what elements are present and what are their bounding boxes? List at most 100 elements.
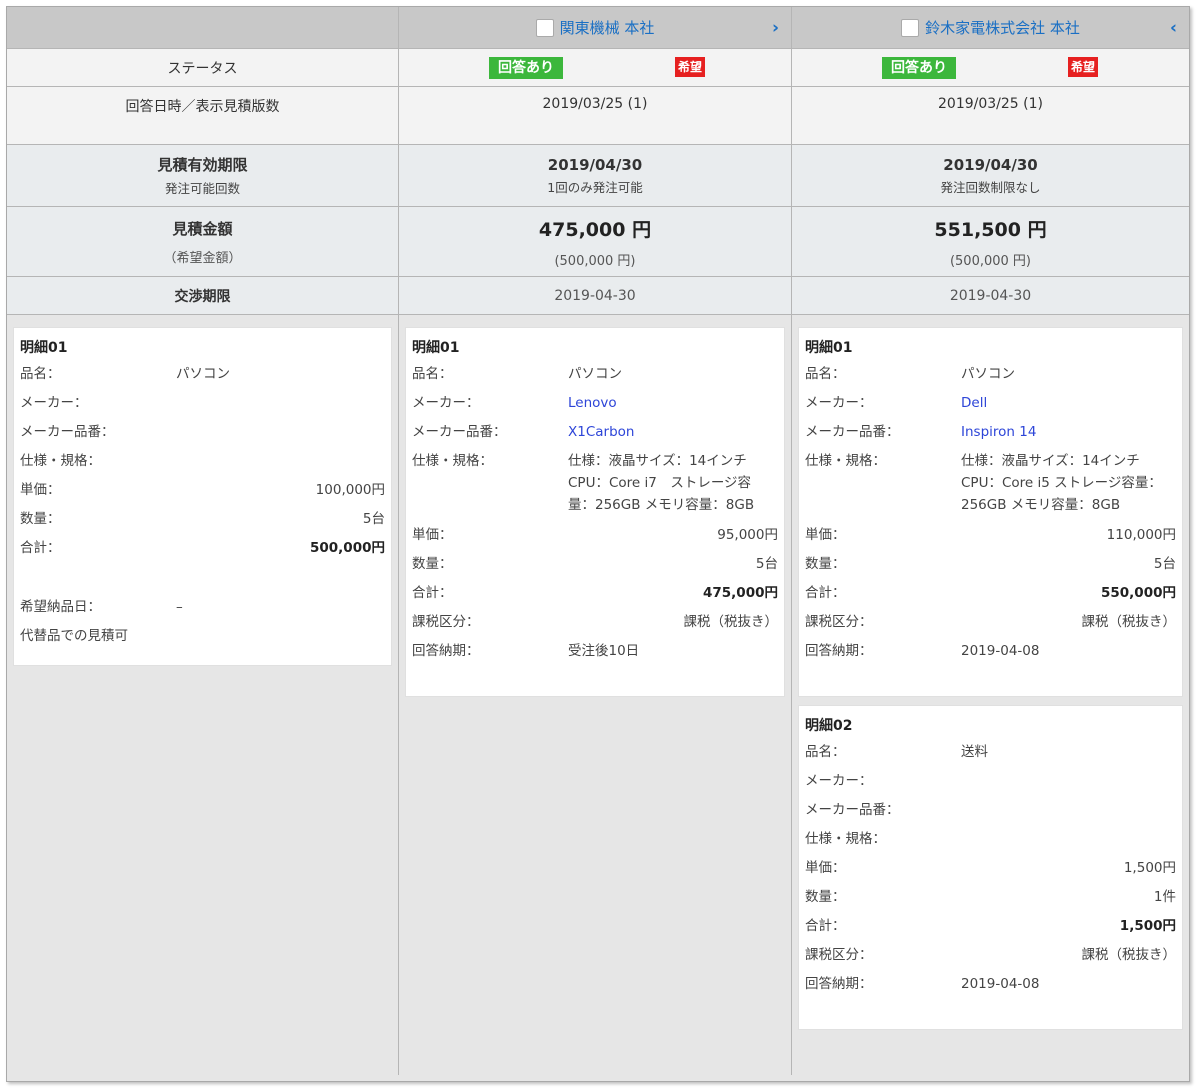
status-cell-1: 回答あり 希望: [399, 49, 792, 86]
item-spec: [961, 831, 1176, 860]
item-delivery: 受注後10日: [568, 643, 640, 659]
date-cell-2: 2019/03/25 (1): [792, 87, 1189, 144]
header-company-2: 鈴木家電株式会社 本社 ‹: [792, 7, 1189, 48]
item-title: 明細01: [805, 340, 853, 356]
status-row: ステータス 回答あり 希望 回答あり 希望: [7, 49, 1189, 87]
item-spec-line: 仕様・規格：: [20, 453, 385, 482]
item-maker-line: メーカー：: [805, 773, 1176, 802]
field-label: 仕様・規格：: [805, 831, 886, 847]
desired-amount: (500,000 円): [554, 253, 636, 269]
field-label: 課税区分：: [805, 614, 873, 630]
header-row: 関東機械 本社 › 鈴木家電株式会社 本社 ‹: [7, 7, 1189, 49]
item-delivery-line: 回答納期： 2019-04-08: [805, 643, 1176, 672]
nego-date: 2019-04-30: [554, 287, 636, 304]
item-qty-line: 数量： 1件: [805, 889, 1176, 918]
item-price-line: 単価： 95,000円: [412, 527, 778, 556]
item-title: 明細01: [412, 340, 460, 356]
item-name-line: 品名： パソコン: [805, 366, 1176, 395]
field-label: 単価：: [20, 482, 61, 498]
company-2-name[interactable]: 鈴木家電株式会社 本社: [925, 17, 1080, 38]
desired-amount-label: （希望金額）: [163, 250, 242, 266]
item-spec: [176, 453, 385, 482]
detail-body: 明細01 品名： パソコン メーカー： メーカー品番： 仕様・規格： 単価： 100…: [7, 315, 1189, 1075]
field-label: 単価：: [412, 527, 453, 543]
item-price-line: 単価： 100,000円: [20, 482, 385, 511]
item-price: 110,000円: [1106, 527, 1176, 543]
field-label: 仕様・規格：: [805, 453, 886, 469]
item-maker-link[interactable]: Lenovo: [568, 395, 778, 424]
item-title: 明細01: [20, 340, 68, 356]
item-total-line: 合計： 550,000円: [805, 585, 1176, 614]
chevron-left-icon[interactable]: ‹: [1170, 18, 1177, 38]
desired-date: –: [176, 599, 183, 615]
item-total-line: 合計： 475,000円: [412, 585, 778, 614]
field-label: 希望納品日：: [20, 599, 101, 615]
item-total-line: 合計： 1,500円: [805, 918, 1176, 947]
field-label: 品名：: [805, 366, 846, 382]
company-1-name[interactable]: 関東機械 本社: [560, 17, 655, 38]
item-spec-line: 仕様・規格： 仕様：液晶サイズ：14インチ CPU：Core i7 ストレージ容量…: [412, 453, 778, 527]
item-part: [961, 802, 1176, 831]
status-label: ステータス: [7, 49, 399, 86]
status-label-text: ステータス: [167, 60, 238, 77]
item-qty: 5台: [1153, 556, 1176, 572]
field-label: 回答納期：: [805, 976, 873, 992]
field-label: 数量：: [412, 556, 453, 572]
item-maker-line: メーカー： Dell: [805, 395, 1176, 424]
item-price: 95,000円: [717, 527, 778, 543]
field-label: 合計：: [20, 540, 61, 556]
item-delivery-line: 回答納期： 2019-04-08: [805, 976, 1176, 1005]
field-label: 課税区分：: [412, 614, 480, 630]
company-2[interactable]: 鈴木家電株式会社 本社: [901, 17, 1080, 38]
valid-row: 見積有効期限 発注可能回数 2019/04/30 1回のみ発注可能 2019/0…: [7, 145, 1189, 207]
chevron-right-icon[interactable]: ›: [772, 18, 779, 38]
company-2-checkbox[interactable]: [901, 18, 920, 37]
field-label: 仕様・規格：: [412, 453, 493, 469]
date-label: 回答日時／表示見積版数: [7, 87, 399, 144]
item-tax: 課税（税抜き）: [1081, 947, 1177, 963]
substitute-line: 代替品での見積可: [20, 628, 385, 657]
date-row: 回答日時／表示見積版数 2019/03/25 (1) 2019/03/25 (1…: [7, 87, 1189, 145]
field-label: 数量：: [805, 889, 846, 905]
hope-badge: 希望: [1068, 57, 1099, 77]
item-spec: 仕様：液晶サイズ：14インチ CPU：Core i5 ストレージ容量：256GB…: [961, 453, 1162, 513]
item-part-link[interactable]: X1Carbon: [568, 424, 778, 453]
quote-amount: 475,000 円: [538, 218, 652, 241]
quote-item-card: 明細02 品名： 送料 メーカー： メーカー品番： 仕様・規格： 単価： 1,500…: [798, 705, 1183, 1030]
item-part-line: メーカー品番：: [805, 802, 1176, 831]
order-note: 発注回数制限なし: [940, 179, 1041, 195]
item-name-line: 品名： 送料: [805, 744, 1176, 773]
item-part-line: メーカー品番： Inspiron 14: [805, 424, 1176, 453]
date-cell-1: 2019/03/25 (1): [399, 87, 792, 144]
nego-cell-1: 2019-04-30: [399, 277, 792, 314]
item-total: 1,500円: [1119, 918, 1176, 934]
item-qty-line: 数量： 5台: [805, 556, 1176, 585]
item-name-line: 品名： パソコン: [412, 366, 778, 395]
date-value: 2019/03/25 (1): [542, 96, 648, 112]
item-spec: 仕様：液晶サイズ：14インチ CPU：Core i7 ストレージ容量：256GB…: [568, 453, 755, 513]
company-1[interactable]: 関東機械 本社: [535, 17, 655, 38]
quote-item-card: 明細01 品名： パソコン メーカー： Lenovo メーカー品番： X1Carbon…: [405, 327, 785, 697]
order-note: 1回のみ発注可能: [547, 179, 643, 195]
item-maker-link[interactable]: Dell: [961, 395, 1176, 424]
hope-badge: 希望: [675, 57, 706, 77]
item-delivery: 2019-04-08: [961, 976, 1040, 992]
field-label: メーカー品番：: [805, 424, 900, 440]
item-part: [176, 424, 385, 453]
item-qty-line: 数量： 5台: [20, 511, 385, 540]
item-part-line: メーカー品番：: [20, 424, 385, 453]
field-label: 合計：: [805, 918, 846, 934]
item-maker-line: メーカー：: [20, 395, 385, 424]
item-part-link[interactable]: Inspiron 14: [961, 424, 1176, 453]
field-label: 回答納期：: [412, 643, 480, 659]
company-1-checkbox[interactable]: [535, 18, 554, 37]
field-label: 仕様・規格：: [20, 453, 101, 469]
nego-label: 交渉期限: [7, 277, 399, 314]
desired-amount: (500,000 円): [949, 253, 1032, 269]
item-name: パソコン: [176, 366, 230, 382]
quote-2-column: 明細01 品名： パソコン メーカー： Dell メーカー品番： Inspiron 1…: [792, 315, 1189, 1075]
field-label: 品名：: [20, 366, 61, 382]
item-spec-line: 仕様・規格：: [805, 831, 1176, 860]
quote-comparison-table: 関東機械 本社 › 鈴木家電株式会社 本社 ‹ ステータス 回答あり 希望 回答…: [6, 6, 1190, 1082]
